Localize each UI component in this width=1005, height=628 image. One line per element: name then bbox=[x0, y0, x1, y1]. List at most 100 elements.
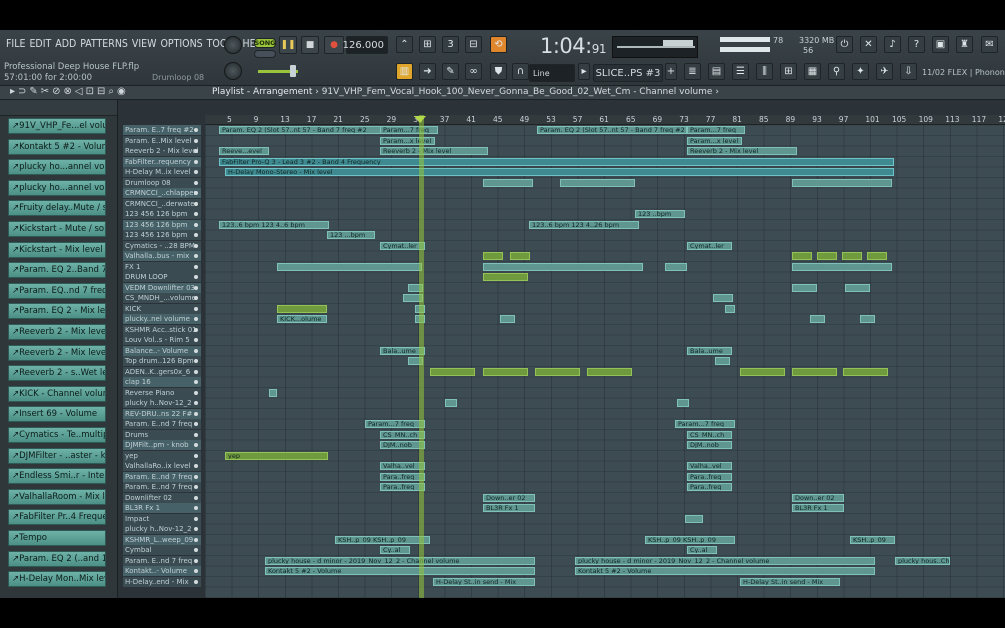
track-header[interactable]: Top drum..126 Bpm bbox=[123, 356, 201, 366]
track-mute-led[interactable] bbox=[194, 558, 198, 563]
playlist-clip[interactable]: Param...7 freq bbox=[380, 126, 438, 134]
master-pitch-knob[interactable] bbox=[224, 62, 242, 80]
playlist-icon[interactable]: ≣ bbox=[684, 63, 701, 80]
track-mute-led[interactable] bbox=[194, 464, 198, 468]
playlist-clip[interactable]: Cy..al bbox=[687, 546, 717, 554]
track-header[interactable]: plucky h..Nov-12_2 bbox=[123, 524, 201, 534]
track-header[interactable]: BL3R Fx 1 bbox=[123, 503, 201, 513]
playlist-clip[interactable] bbox=[792, 252, 812, 260]
track-mute-led[interactable] bbox=[194, 233, 198, 237]
magnet-icon[interactable]: ∩ bbox=[512, 63, 529, 80]
track-header[interactable]: KSHMR Acc..stick 01 bbox=[123, 324, 201, 335]
timeline-ruler[interactable]: 5 9 13 17 21 25 29 33 37 41 45 49 53 57 61 65 69 73 77 81 85… bbox=[205, 115, 1005, 125]
playlist-clip[interactable] bbox=[483, 252, 503, 260]
track-header[interactable]: Valhalla..bus - mix bbox=[123, 251, 201, 261]
plane-icon[interactable]: ✈ bbox=[876, 63, 893, 80]
track-mute-led[interactable] bbox=[194, 506, 198, 510]
automation-clip-item[interactable]: ↗Reeverb 2 - s..Wet leve bbox=[8, 365, 106, 382]
track-mute-led[interactable] bbox=[194, 264, 198, 269]
automation-clip-item[interactable]: ↗Reeverb 2 - Mix leve bbox=[8, 344, 106, 361]
track-header[interactable]: Reeverb 2 - Mix level bbox=[123, 146, 201, 156]
track-mute-led[interactable] bbox=[194, 380, 198, 384]
track-header[interactable]: Param. E..7 freq #2 bbox=[123, 125, 201, 135]
playlist-clip[interactable] bbox=[483, 178, 533, 187]
play-arrow-icon[interactable]: ▸ bbox=[578, 63, 590, 80]
playlist-clip[interactable] bbox=[792, 262, 892, 271]
track-mute-led[interactable] bbox=[194, 222, 198, 227]
track-header[interactable]: Param. E..nd 7 freq bbox=[123, 471, 201, 482]
playlist-clip[interactable]: Para..freq bbox=[687, 483, 732, 491]
playlist-clip[interactable]: 123..6 bpm 123 4..6 bpm bbox=[219, 220, 329, 229]
track-mute-led[interactable] bbox=[194, 579, 198, 584]
playlist-clip[interactable]: Reeve...evel bbox=[219, 147, 269, 155]
playlist-clip[interactable] bbox=[715, 357, 730, 365]
playhead[interactable] bbox=[419, 115, 424, 598]
help-icon[interactable]: ? bbox=[908, 36, 925, 53]
playlist-clip[interactable] bbox=[817, 252, 837, 260]
track-mute-led[interactable] bbox=[194, 243, 198, 248]
playlist-clip[interactable]: Cy..al bbox=[380, 546, 410, 554]
track-mute-led[interactable] bbox=[194, 453, 198, 458]
automation-clip-item[interactable]: ↗Tempo bbox=[8, 530, 106, 546]
playlist-clip[interactable] bbox=[560, 178, 635, 187]
playlist-clip[interactable]: H-Delay Mono-Stereo - Mix level bbox=[225, 168, 894, 176]
playlist-clip[interactable]: 123..6 bpm 123 4..26 bpm bbox=[529, 220, 639, 229]
track-header[interactable]: 123 456 126 bpm bbox=[123, 219, 201, 230]
track-mute-led[interactable] bbox=[194, 128, 198, 132]
automation-clip-item[interactable]: ↗ValhallaRoom - Mix leve bbox=[8, 488, 106, 505]
playlist-clip[interactable]: Cymat..ler bbox=[687, 241, 732, 250]
playlist-clip[interactable]: Down..er 02 bbox=[792, 493, 844, 502]
playlist-clip[interactable] bbox=[843, 367, 888, 376]
track-mute-led[interactable] bbox=[194, 138, 198, 143]
playlist-clip[interactable] bbox=[792, 283, 817, 292]
playlist-clip[interactable]: Param...x level bbox=[687, 136, 742, 145]
automation-clip-item[interactable]: ↗Param. EQ..nd 7 freq #2 bbox=[8, 282, 106, 299]
playlist-clip[interactable]: 123 ..bpm bbox=[635, 210, 685, 218]
track-mute-led[interactable] bbox=[194, 191, 198, 195]
track-mute-led[interactable] bbox=[194, 285, 198, 290]
automation-clip-item[interactable]: ↗Param. EQ 2 - Mix leve bbox=[8, 303, 106, 320]
playlist-clip[interactable] bbox=[713, 294, 733, 302]
automation-clip-item[interactable]: ↗Insert 69 - Volume bbox=[8, 406, 106, 423]
track-mute-led[interactable] bbox=[194, 306, 198, 311]
track-mute-led[interactable] bbox=[194, 170, 198, 174]
track-header[interactable]: yep bbox=[123, 450, 201, 461]
track-mute-led[interactable] bbox=[194, 317, 198, 321]
track-mute-led[interactable] bbox=[194, 548, 198, 552]
track-mute-led[interactable] bbox=[194, 516, 198, 521]
playlist-clip[interactable]: Param...x level bbox=[380, 136, 435, 145]
wait-input-icon[interactable]: ⊞ bbox=[419, 36, 436, 53]
playlist-clip[interactable] bbox=[535, 367, 580, 376]
playlist-clip[interactable]: 123 ...bpm bbox=[327, 231, 375, 239]
playlist-clip[interactable] bbox=[867, 252, 887, 260]
playlist-clip[interactable]: H-Delay St..in send - Mix bbox=[740, 577, 840, 586]
track-header[interactable]: plucky h..Nov-12_2 bbox=[123, 398, 201, 408]
countdown-icon[interactable]: 3 bbox=[442, 36, 459, 53]
arrangement-grid[interactable]: Param. EQ 2 (Slot 57..nt 57 - Band 7 fre… bbox=[205, 125, 1005, 598]
track-header[interactable]: 123 456 126 bpm bbox=[123, 209, 201, 219]
file-icon[interactable]: ▦ bbox=[804, 63, 821, 80]
playlist-clip[interactable] bbox=[860, 315, 875, 323]
playlist-clip[interactable]: FabFilter Pro-Q 3 - Lead 3 #2 - Band 4 F… bbox=[219, 157, 894, 166]
automation-clip-item[interactable]: ↗Endless Smi..r - Intensit bbox=[8, 468, 106, 485]
playlist-clip[interactable] bbox=[725, 304, 735, 313]
stop-button[interactable]: ■ bbox=[301, 36, 319, 54]
arrow-right-icon[interactable]: ➜ bbox=[419, 63, 436, 80]
playlist-clip[interactable]: KSH..p_09 KSH..p_09 bbox=[335, 535, 430, 544]
track-mute-led[interactable] bbox=[194, 348, 198, 353]
playlist-clip[interactable]: KSH..p_09 bbox=[850, 535, 895, 544]
playlist-clip[interactable]: Kontakt 5 #2 - Volume bbox=[575, 567, 875, 575]
track-mute-led[interactable] bbox=[194, 569, 198, 573]
track-mute-led[interactable] bbox=[194, 149, 198, 153]
menu-patterns[interactable]: PATTERNS bbox=[78, 38, 130, 50]
menu-edit[interactable]: EDIT bbox=[27, 38, 53, 50]
bird-icon[interactable]: ✦ bbox=[852, 63, 869, 80]
playlist-clip[interactable] bbox=[277, 304, 327, 313]
master-volume-knob[interactable] bbox=[224, 36, 242, 54]
playlist-clip[interactable] bbox=[842, 252, 862, 260]
menu-file[interactable]: FILE bbox=[4, 38, 27, 50]
playlist-clip[interactable] bbox=[483, 273, 528, 281]
record-button[interactable]: ● bbox=[324, 36, 344, 54]
track-header[interactable]: Downlifter 02 bbox=[123, 492, 201, 503]
playlist-clip[interactable] bbox=[445, 399, 457, 407]
